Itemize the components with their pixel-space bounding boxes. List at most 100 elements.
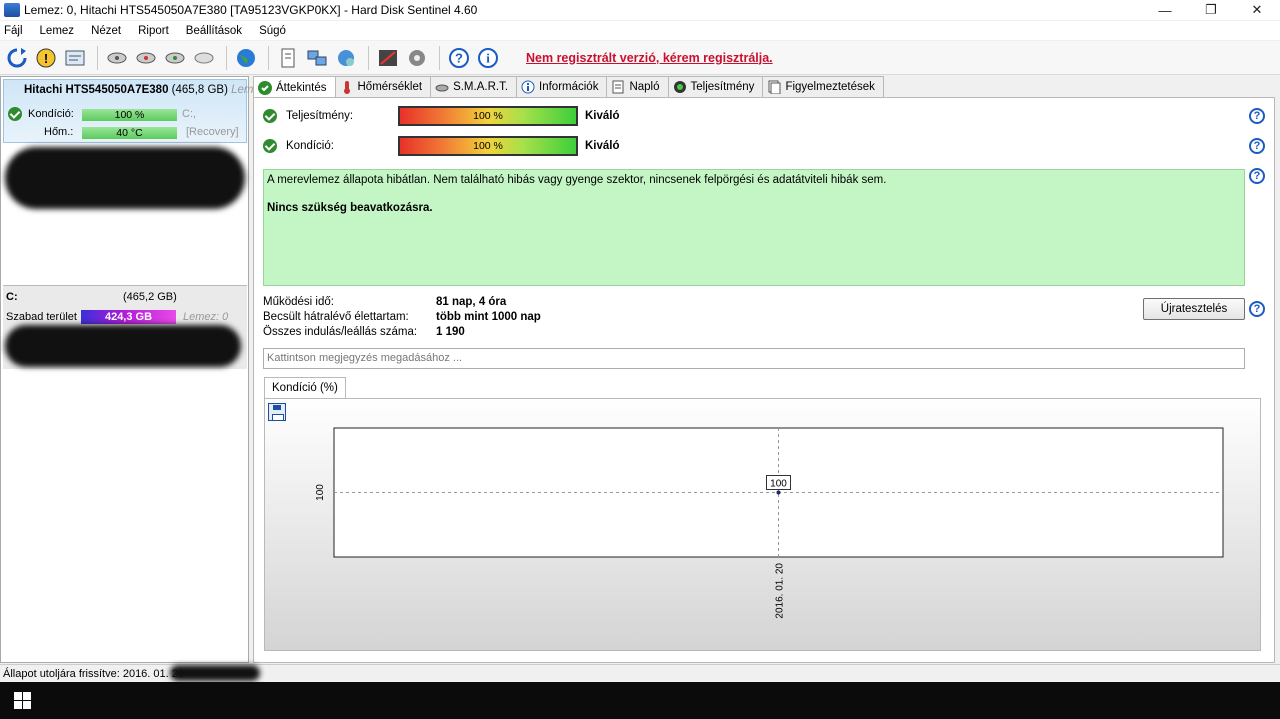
menu-file[interactable]: Fájl: [4, 25, 23, 37]
disk-temp-bar: 40 °C: [82, 127, 177, 139]
volume-free-label: Szabad terület: [6, 311, 77, 323]
toolbar-separator: [268, 45, 269, 70]
alerts-icon: [767, 80, 781, 94]
share-icon[interactable]: [333, 45, 359, 71]
chart-tab-condition[interactable]: Kondíció (%): [264, 377, 346, 398]
help-icon[interactable]: ?: [1249, 108, 1265, 124]
overview-panel: Teljesítmény: 100 % Kiváló ? Kondíció: 1…: [253, 97, 1275, 663]
condition-label: Kondíció:: [286, 140, 334, 152]
globe-icon[interactable]: [233, 45, 259, 71]
title-bar: Lemez: 0, Hitachi HTS545050A7E380 [TA951…: [0, 0, 1280, 20]
tab-log[interactable]: Napló: [606, 76, 669, 97]
speedometer-icon: [673, 80, 687, 94]
disk-drive-letter: C:,: [182, 108, 197, 120]
refresh-icon[interactable]: [4, 45, 30, 71]
starts-label: Összes indulás/leállás száma:: [263, 326, 418, 338]
close-icon[interactable]: ✕: [1234, 0, 1280, 20]
disk-name-line: Hitachi HTS545050A7E380 (465,8 GB) Leme: [24, 84, 260, 96]
menu-report[interactable]: Riport: [138, 25, 169, 37]
volume-size: (465,2 GB): [123, 291, 177, 303]
check-icon: [258, 80, 272, 95]
data-label: 100: [770, 479, 787, 490]
toolbar-separator: [226, 45, 227, 70]
help-icon[interactable]: ?: [1249, 168, 1265, 184]
disk-size: (465,8 GB): [171, 84, 228, 96]
retest-button[interactable]: Újratesztelés: [1143, 298, 1245, 320]
tab-temperature[interactable]: Hőmérséklet: [334, 76, 432, 97]
condition-ok-icon: [263, 139, 277, 153]
disk-list-panel: Hitachi HTS545050A7E380 (465,8 GB) Leme …: [0, 76, 260, 663]
log-icon: [611, 80, 625, 94]
performance-gauge: 100 %: [398, 106, 578, 126]
document-icon[interactable]: [275, 45, 301, 71]
register-link[interactable]: Nem regisztrált verzió, kérem regisztrál…: [526, 51, 773, 65]
alert-icon[interactable]: !: [33, 45, 59, 71]
minimize-icon[interactable]: —: [1142, 0, 1188, 20]
toolbar-separator: [97, 45, 98, 70]
menu-settings[interactable]: Beállítások: [186, 25, 242, 37]
performance-rating: Kiváló: [585, 110, 620, 122]
disk-surface-icon[interactable]: [133, 45, 159, 71]
x-tick-label: 2016. 01. 20: [775, 563, 786, 619]
help-icon[interactable]: ?: [1249, 138, 1265, 154]
redacted-region: [5, 325, 241, 367]
app-icon: [4, 3, 20, 17]
last-update-text: Állapot utoljára frissítve: 2016. 01. 20: [3, 668, 184, 680]
tab-alerts[interactable]: Figyelmeztetések: [762, 76, 884, 97]
menu-disk[interactable]: Lemez: [40, 25, 75, 37]
status-bold-text: Nincs szükség beavatkozásra.: [267, 202, 433, 214]
uptime-value: 81 nap, 4 óra: [436, 296, 507, 308]
note-input[interactable]: Kattintson megjegyzés megadásához ...: [263, 348, 1245, 369]
network-icon[interactable]: [304, 45, 330, 71]
tab-strip: Áttekintés Hőmérséklet S.M.A.R.T. Inform…: [253, 76, 884, 98]
volume-disk-ref: Lemez: 0: [183, 311, 229, 323]
maximize-icon[interactable]: ❐: [1188, 0, 1234, 20]
svg-text:!: !: [44, 51, 48, 66]
redacted-region: [170, 665, 260, 681]
disk-ok-icon[interactable]: [162, 45, 188, 71]
status-text: A merevlemez állapota hibátlan. Nem talá…: [267, 174, 887, 186]
tools-icon[interactable]: [375, 45, 401, 71]
lifetime-value: több mint 1000 nap: [436, 311, 541, 323]
condition-gauge: 100 %: [398, 136, 578, 156]
lifetime-label: Becsült hátralévő élettartam:: [263, 311, 409, 323]
toolbar-separator: [368, 45, 369, 70]
toolbar: ! ? i Nem regisztrált verzió, kérem regi…: [0, 41, 1280, 75]
menu-view[interactable]: Nézet: [91, 25, 121, 37]
disk-partition-note: [Recovery]: [186, 126, 239, 138]
disk-tool-icon[interactable]: [191, 45, 217, 71]
disk-condition-bar: 100 %: [82, 109, 177, 121]
tab-smart[interactable]: S.M.A.R.T.: [430, 76, 518, 97]
disk-test-icon[interactable]: [104, 45, 130, 71]
condition-ok-icon: [8, 107, 22, 121]
disk-condition-label: Kondíció:: [28, 108, 74, 120]
uptime-label: Működési idő:: [263, 296, 334, 308]
report-icon[interactable]: [62, 45, 88, 71]
volume-letter: C:: [6, 291, 18, 303]
tab-information[interactable]: Információk: [516, 76, 608, 97]
help-icon[interactable]: ?: [1249, 301, 1265, 317]
tab-performance[interactable]: Teljesítmény: [667, 76, 764, 97]
disk-card[interactable]: Hitachi HTS545050A7E380 (465,8 GB) Leme …: [3, 79, 260, 143]
info-icon[interactable]: i: [475, 45, 501, 71]
condition-rating: Kiváló: [585, 140, 620, 152]
svg-text:?: ?: [455, 50, 463, 65]
windows-start-icon[interactable]: [14, 692, 31, 709]
disk-name: Hitachi HTS545050A7E380: [24, 84, 169, 96]
toolbar-separator: [439, 45, 440, 70]
thermometer-icon: [340, 80, 354, 94]
gear-icon[interactable]: [404, 45, 430, 71]
performance-ok-icon: [263, 109, 277, 123]
chart-area: 100 100 2016. 01. 20: [264, 398, 1261, 651]
y-tick-label: 100: [315, 484, 326, 501]
health-status-box: A merevlemez állapota hibátlan. Nem talá…: [263, 169, 1245, 286]
help-icon[interactable]: ?: [446, 45, 472, 71]
starts-value: 1 190: [436, 326, 465, 338]
taskbar: [0, 682, 1280, 719]
menu-help[interactable]: Súgó: [259, 25, 286, 37]
smart-icon: [435, 80, 449, 94]
redacted-region: [5, 147, 245, 209]
window-title: Lemez: 0, Hitachi HTS545050A7E380 [TA951…: [24, 3, 478, 17]
tab-overview[interactable]: Áttekintés: [253, 76, 336, 98]
disk-temp-label: Hőm.:: [44, 126, 74, 138]
